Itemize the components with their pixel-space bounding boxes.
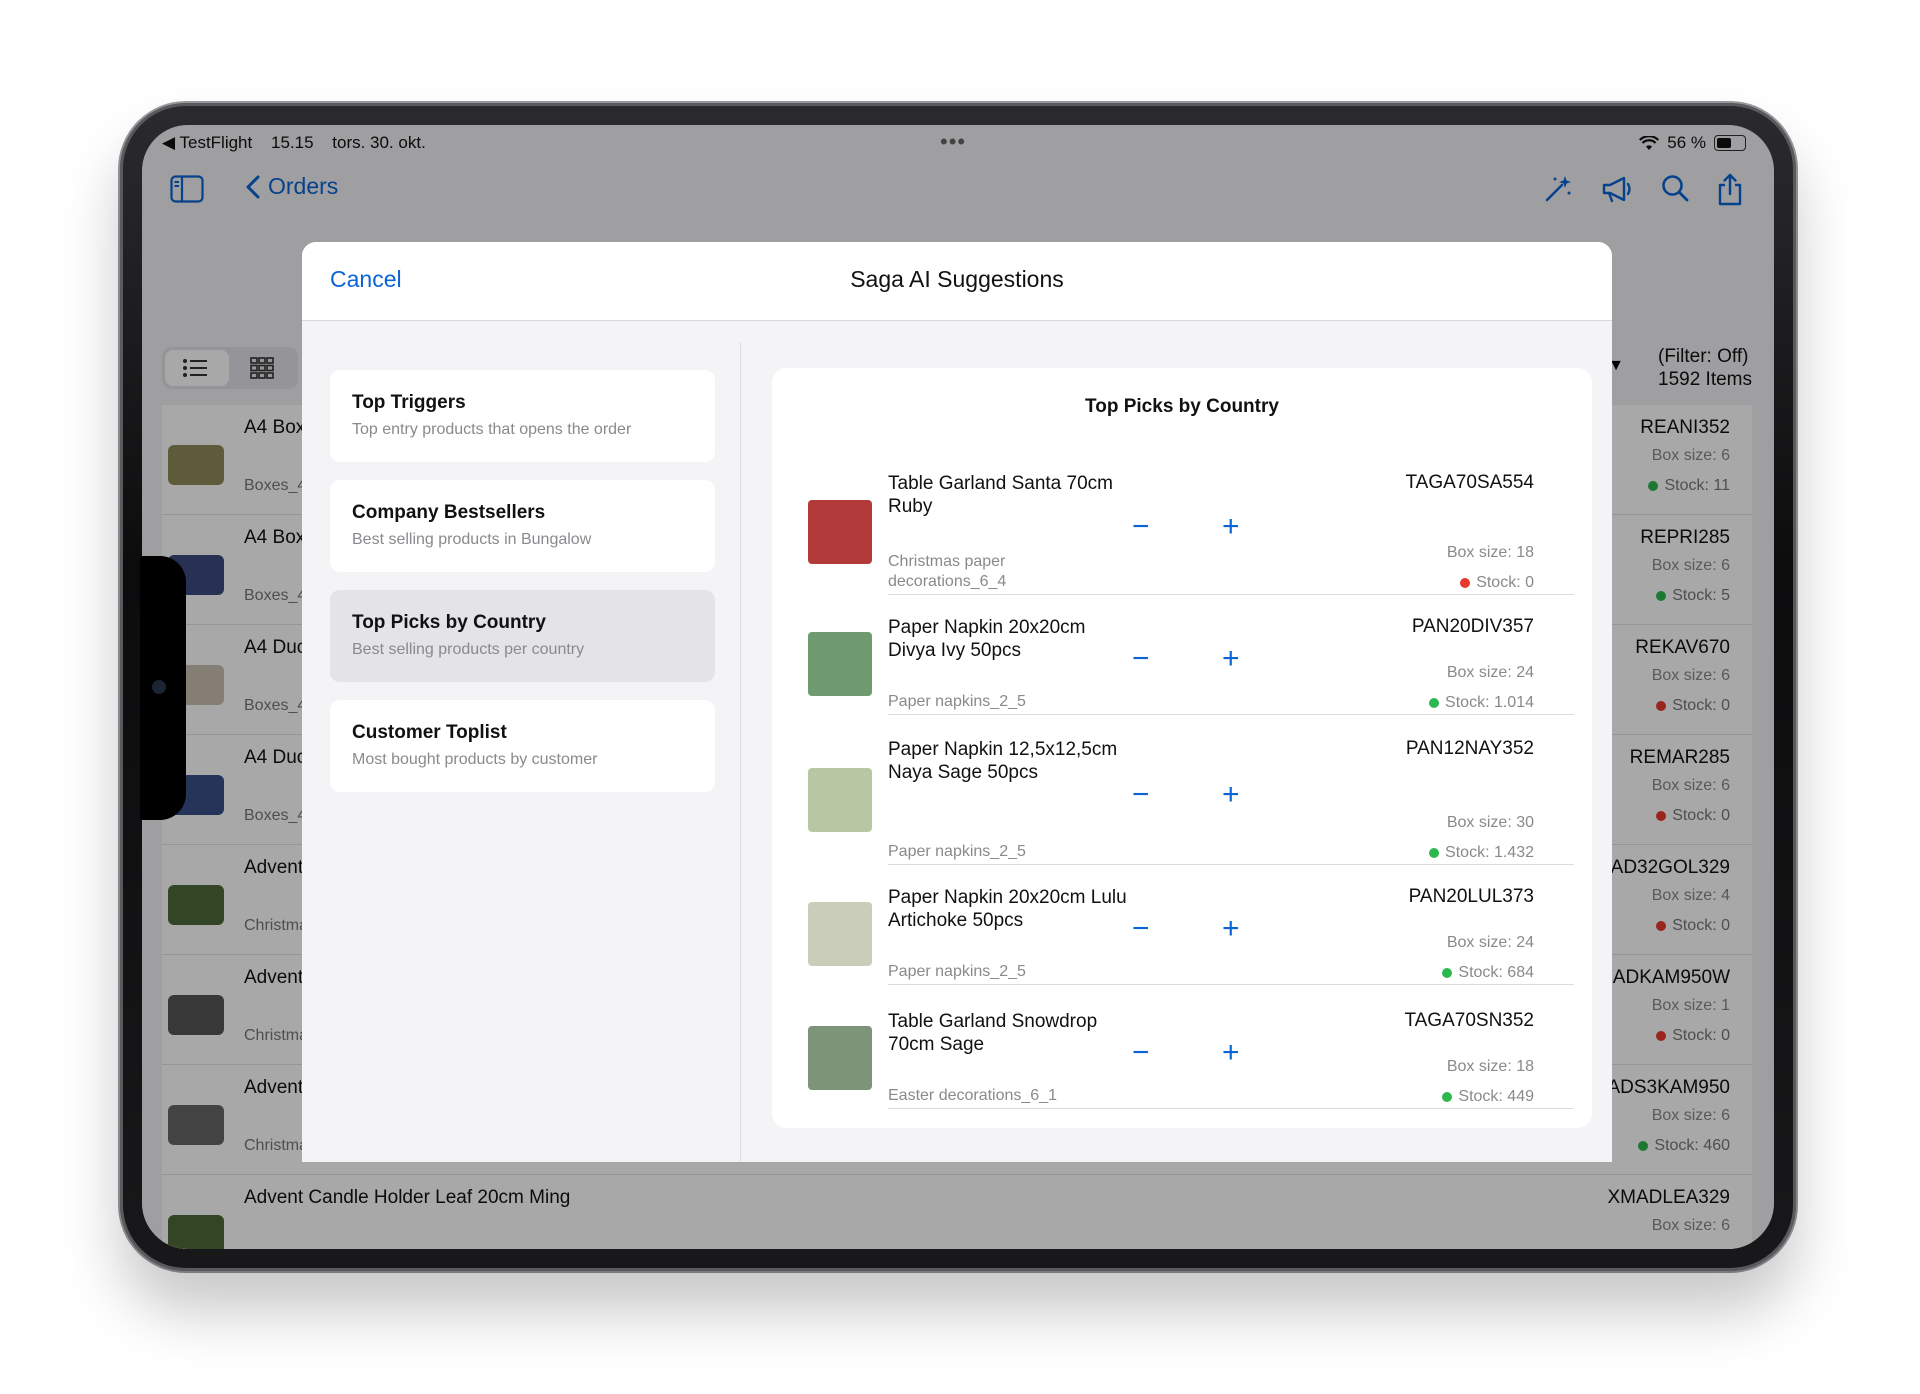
product-sku: PAN20LUL373 [1408,886,1534,907]
stock-status: Stock: 449 [1442,1088,1534,1106]
box-size: Box size: 24 [1446,664,1534,681]
category-title: Top Picks by Country [352,612,546,633]
stock-label: Stock: 1.014 [1445,694,1534,711]
box-size: Box size: 24 [1446,934,1534,951]
stock-dot-icon [1442,968,1453,978]
product-name: Table Garland Santa 70cm Ruby [888,473,1113,517]
suggested-product-row: Paper Napkin 20x20cm Lulu Artichoke 50pc… [772,886,1592,985]
increase-quantity-button[interactable]: + [1222,644,1240,674]
stock-status: Stock: 0 [1460,574,1534,592]
category-subtitle: Best selling products in Bungalow [352,531,592,548]
suggested-product-row: Table Garland Snowdrop 70cm Sage Easter d… [772,1010,1592,1109]
box-size: Box size: 18 [1446,1058,1534,1075]
product-image [808,902,872,966]
screen: ◀ TestFlight 15.15 tors. 30. okt. ••• 56… [142,125,1774,1249]
product-category: Easter decorations_6_1 [888,1087,1057,1104]
row-separator [888,594,1574,595]
product-image [808,500,872,564]
box-size: Box size: 18 [1446,544,1534,561]
stock-status: Stock: 684 [1442,964,1534,982]
product-image [808,1026,872,1090]
column-divider [740,342,741,1162]
category-title: Company Bestsellers [352,502,546,523]
panel-title: Top Picks by Country [1085,396,1279,417]
box-size: Box size: 30 [1446,814,1534,831]
category-subtitle: Top entry products that opens the order [352,421,632,438]
category-subtitle: Best selling products per country [352,641,585,658]
row-separator [888,1108,1574,1109]
category-card[interactable]: Top Picks by Country Best selling product… [330,590,715,682]
category-subtitle: Most bought products by customer [352,751,598,768]
stock-label: Stock: 0 [1476,574,1534,591]
product-name: Paper Napkin 20x20cm Divya Ivy 50pcs [888,617,1086,661]
increase-quantity-button[interactable]: + [1222,914,1240,944]
increase-quantity-button[interactable]: + [1222,1038,1240,1068]
ai-suggestions-sheet: Cancel Saga AI Suggestions Top Triggers T… [302,242,1612,1162]
row-separator [888,714,1574,715]
stock-label: Stock: 684 [1458,964,1534,981]
stock-dot-icon [1442,1092,1453,1102]
increase-quantity-button[interactable]: + [1222,512,1240,542]
sheet-header: Cancel Saga AI Suggestions [302,242,1612,321]
stock-label: Stock: 449 [1458,1088,1534,1105]
category-card[interactable]: Customer Toplist Most bought products by … [330,700,715,792]
suggested-product-row: Paper Napkin 12,5x12,5cm Naya Sage 50pcs… [772,738,1592,865]
product-category: Christmas paper decorations_6_4 [888,553,1007,590]
category-title: Top Triggers [352,392,466,413]
product-image [808,632,872,696]
decrease-quantity-button[interactable]: − [1132,644,1150,674]
stock-label: Stock: 1.432 [1445,844,1534,861]
stock-dot-icon [1429,698,1440,708]
stock-dot-icon [1429,848,1440,858]
suggestions-panel: Top Picks by Country Table Garland Santa… [772,368,1592,1128]
product-sku: TAGA70SA554 [1405,472,1534,493]
row-separator [888,984,1574,985]
product-category: Paper napkins_2_5 [888,963,1026,980]
stock-status: Stock: 1.014 [1429,694,1534,712]
product-category: Paper napkins_2_5 [888,693,1026,710]
product-sku: PAN12NAY352 [1405,738,1534,759]
category-card[interactable]: Company Bestsellers Best selling products… [330,480,715,572]
category-title: Customer Toplist [352,722,507,743]
decrease-quantity-button[interactable]: − [1132,780,1150,810]
product-name: Paper Napkin 12,5x12,5cm Naya Sage 50pcs [888,739,1118,783]
sheet-title: Saga AI Suggestions [850,266,1064,292]
suggested-product-row: Paper Napkin 20x20cm Divya Ivy 50pcs Pape… [772,616,1592,715]
product-name: Paper Napkin 20x20cm Lulu Artichoke 50pc… [888,887,1127,931]
product-name: Table Garland Snowdrop 70cm Sage [888,1011,1098,1055]
decrease-quantity-button[interactable]: − [1132,914,1150,944]
category-card[interactable]: Top Triggers Top entry products that open… [330,370,715,462]
increase-quantity-button[interactable]: + [1222,780,1240,810]
suggested-product-row: Table Garland Santa 70cm Ruby Christmas p… [772,472,1592,595]
camera [152,680,166,694]
product-image [808,768,872,832]
stock-dot-icon [1460,578,1471,588]
row-separator [888,864,1574,865]
product-category: Paper napkins_2_5 [888,843,1026,860]
product-sku: TAGA70SN352 [1404,1010,1534,1031]
stock-status: Stock: 1.432 [1429,844,1534,862]
decrease-quantity-button[interactable]: − [1132,512,1150,542]
decrease-quantity-button[interactable]: − [1132,1038,1150,1068]
product-sku: PAN20DIV357 [1411,616,1534,637]
